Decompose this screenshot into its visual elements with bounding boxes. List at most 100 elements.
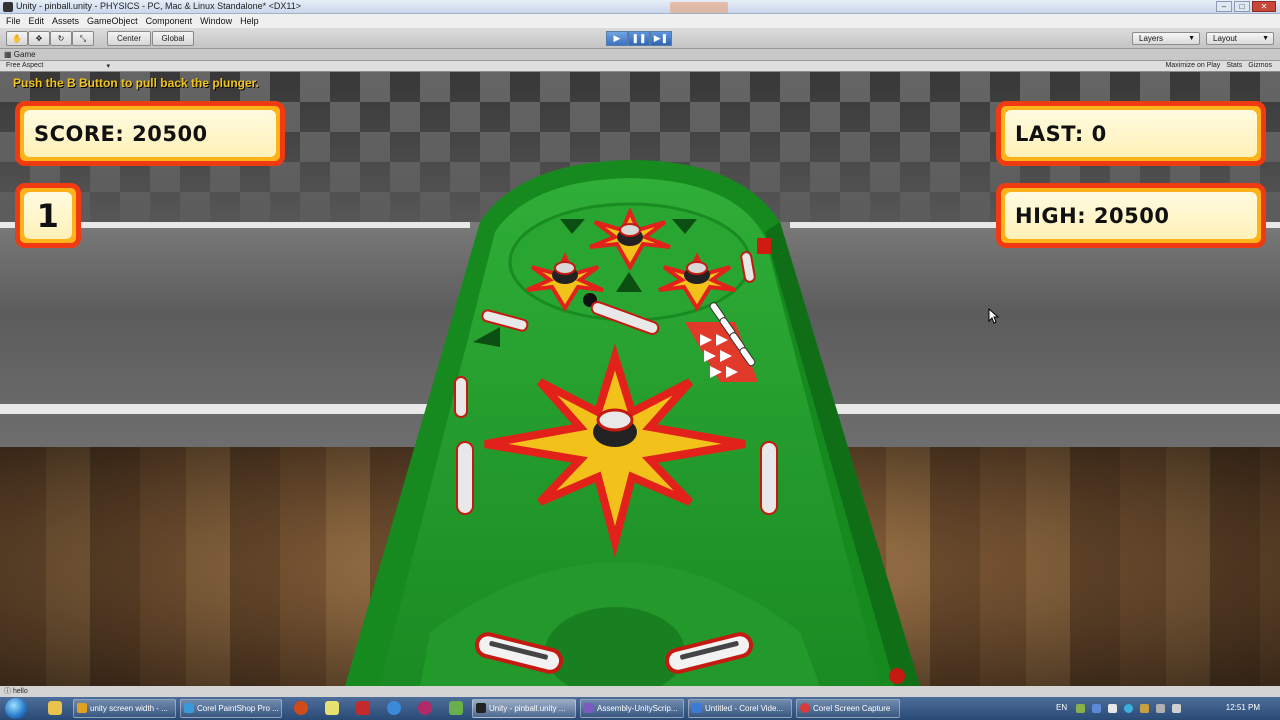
maximize-on-play-toggle[interactable]: Maximize on Play — [1165, 62, 1220, 69]
quicklaunch-icon[interactable] — [449, 701, 463, 715]
rotate-tool-icon[interactable]: ↻ — [50, 31, 72, 46]
aspect-label: Free Aspect — [6, 62, 44, 69]
corel-video-icon — [692, 703, 702, 713]
gizmos-dropdown[interactable]: Gizmos — [1248, 62, 1272, 69]
menu-window[interactable]: Window — [196, 14, 236, 28]
console-message: hello — [12, 688, 28, 695]
chevron-down-icon: ▼ — [1262, 35, 1269, 42]
taskbar-item-paintshop[interactable]: Corel PaintShop Pro ... — [180, 699, 282, 718]
task-label: Corel Screen Capture — [813, 704, 891, 713]
chevron-down-icon: ▼ — [1188, 35, 1195, 42]
high-score-panel: HIGH: 20500 — [996, 183, 1266, 248]
rail-post — [454, 376, 468, 418]
menu-edit[interactable]: Edit — [25, 14, 49, 28]
bumper — [684, 261, 710, 284]
layout-dropdown[interactable]: Layout ▼ — [1206, 32, 1274, 45]
menu-file[interactable]: File — [2, 14, 25, 28]
layout-label: Layout — [1213, 34, 1238, 43]
windows-taskbar: unity screen width - ... Corel PaintShop… — [0, 697, 1280, 720]
launch-gate — [757, 238, 771, 254]
move-tool-icon[interactable]: ✥ — [28, 31, 50, 46]
close-button[interactable]: ✕ — [1252, 1, 1276, 12]
game-panel-options: Maximize on Play Stats Gizmos — [1165, 62, 1272, 69]
tray-icon[interactable] — [1140, 704, 1149, 713]
menu-gameobject[interactable]: GameObject — [83, 14, 142, 28]
editor-toolbar: ✋ ✥ ↻ ⤡ Center Global ▶ ❚❚ ▶❚ Layers ▼ L… — [0, 28, 1280, 49]
menu-assets[interactable]: Assets — [48, 14, 83, 28]
taskbar-item-unity[interactable]: Unity - pinball.unity ... — [472, 699, 576, 718]
hand-tool-icon[interactable]: ✋ — [6, 31, 28, 46]
last-score-panel: LAST: 0 — [996, 101, 1266, 166]
score-text: SCORE: 20500 — [34, 121, 208, 146]
game-panel-header: ▦ Game — [0, 49, 1280, 61]
quicklaunch-icon[interactable] — [387, 701, 401, 715]
menu-bar: File Edit Assets GameObject Component Wi… — [0, 14, 1280, 28]
chrome-icon — [77, 703, 87, 713]
rail-post — [760, 441, 778, 515]
score-panel: SCORE: 20500 — [15, 101, 285, 166]
taskbar-item-corel-video[interactable]: Untitled - Corel Vide... — [688, 699, 792, 718]
task-label: Untitled - Corel Vide... — [705, 704, 784, 713]
taskbar-item-browser[interactable]: unity screen width - ... — [73, 699, 176, 718]
tab-game-label: Game — [13, 50, 36, 59]
unity-app-icon — [3, 2, 13, 12]
taskbar-item-monodevelop[interactable]: Assembly-UnityScrip... — [580, 699, 684, 718]
quicklaunch-icon[interactable] — [418, 701, 432, 715]
game-panel-toolbar: Free Aspect ▾ Maximize on Play Stats Giz… — [0, 61, 1280, 72]
task-label: Assembly-UnityScrip... — [597, 704, 678, 713]
tray-icon[interactable] — [1124, 704, 1133, 713]
network-icon[interactable] — [1156, 704, 1165, 713]
task-label: Corel PaintShop Pro ... — [197, 704, 279, 713]
last-score-text: LAST: 0 — [1015, 121, 1107, 146]
plunger-knob — [889, 668, 905, 684]
start-button[interactable] — [5, 698, 27, 719]
rail-post — [456, 441, 474, 515]
playback-controls: ▶ ❚❚ ▶❚ — [606, 31, 672, 46]
scale-tool-icon[interactable]: ⤡ — [72, 31, 94, 46]
language-indicator[interactable]: EN — [1056, 703, 1067, 712]
console-status-bar[interactable]: ⓘ hello — [0, 686, 1280, 697]
menu-help[interactable]: Help — [236, 14, 263, 28]
tray-icon[interactable] — [1076, 704, 1085, 713]
tray-icon[interactable] — [1092, 704, 1101, 713]
window-title: Unity - pinball.unity - PHYSICS - PC, Ma… — [16, 1, 301, 11]
quicklaunch-icon[interactable] — [325, 701, 339, 715]
taskbar-item-screen-capture[interactable]: Corel Screen Capture — [796, 699, 900, 718]
step-button[interactable]: ▶❚ — [650, 31, 672, 46]
volume-icon[interactable] — [1172, 704, 1181, 713]
maximize-button[interactable]: □ — [1234, 1, 1250, 12]
info-icon: ⓘ — [4, 688, 11, 695]
minimize-button[interactable]: – — [1216, 1, 1232, 12]
high-score-text: HIGH: 20500 — [1015, 203, 1170, 228]
window-controls: – □ ✕ — [1216, 1, 1276, 12]
balls-panel: 1 — [15, 183, 81, 248]
layers-label: Layers — [1139, 34, 1164, 43]
chevron-down-icon: ▾ — [106, 63, 110, 70]
menu-component[interactable]: Component — [142, 14, 197, 28]
title-highlight — [670, 2, 728, 13]
task-label: unity screen width - ... — [90, 704, 168, 713]
screen-capture-icon — [800, 703, 810, 713]
game-view[interactable]: Push the B Button to pull back the plung… — [0, 72, 1280, 686]
pivot-center-button[interactable]: Center — [107, 31, 151, 46]
play-button[interactable]: ▶ — [606, 31, 628, 46]
space-global-button[interactable]: Global — [152, 31, 194, 46]
system-tray: EN 12:51 PM — [1050, 697, 1280, 720]
task-label: Unity - pinball.unity ... — [489, 704, 566, 713]
stats-toggle[interactable]: Stats — [1226, 62, 1242, 69]
plunger-hint: Push the B Button to pull back the plung… — [13, 76, 259, 90]
tray-icon[interactable] — [1108, 704, 1117, 713]
clock[interactable]: 12:51 PM — [1226, 703, 1260, 712]
paintshop-icon — [184, 703, 194, 713]
balls-count: 1 — [36, 196, 60, 235]
pause-button[interactable]: ❚❚ — [628, 31, 650, 46]
explorer-icon[interactable] — [48, 701, 62, 715]
quicklaunch-icon[interactable] — [294, 701, 308, 715]
monodevelop-icon — [584, 703, 594, 713]
layers-dropdown[interactable]: Layers ▼ — [1132, 32, 1200, 45]
quicklaunch-icon[interactable] — [356, 701, 370, 715]
unity-icon — [476, 703, 486, 713]
aspect-dropdown[interactable]: Free Aspect ▾ — [6, 62, 110, 70]
window-titlebar: Unity - pinball.unity - PHYSICS - PC, Ma… — [0, 0, 1280, 14]
tab-game[interactable]: ▦ Game — [4, 50, 36, 59]
